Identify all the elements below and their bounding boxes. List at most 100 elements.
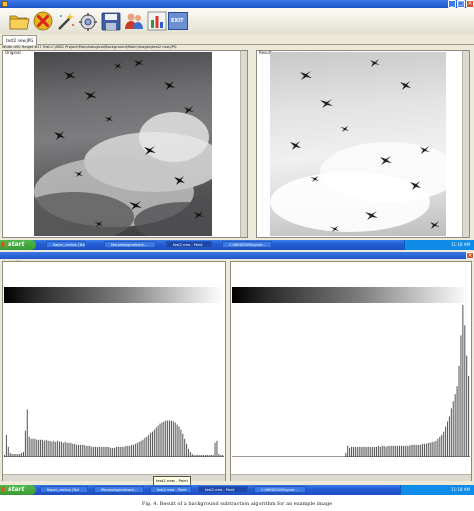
settings-icon[interactable] (77, 10, 99, 32)
chart-icon[interactable] (146, 10, 168, 32)
histogram-bar (66, 442, 68, 457)
histogram-bar (117, 446, 119, 457)
histogram-bar (395, 445, 397, 457)
histogram-bar (77, 444, 80, 457)
histogram-bar (146, 436, 148, 457)
window-title-bar[interactable] (0, 0, 474, 8)
histogram-bar (161, 422, 163, 457)
histogram-bar (450, 408, 452, 457)
histogram-bar (70, 442, 72, 457)
cancel-icon[interactable] (32, 10, 54, 32)
histogram-bar (151, 431, 153, 457)
histogram-bar (153, 429, 155, 457)
histogram-bar (43, 440, 45, 457)
histogram-bar (150, 432, 152, 457)
histogram-bar (387, 445, 389, 457)
histogram-bar (76, 444, 78, 457)
histogram-bar (159, 423, 161, 457)
histogram-bar (422, 443, 424, 457)
tab-strip (0, 34, 474, 45)
taskbar-item[interactable]: test2 new - Paint (166, 241, 212, 248)
histogram-bar (115, 446, 117, 457)
histogram-bar (412, 444, 414, 457)
start-button-top[interactable]: start (0, 240, 36, 250)
app-icon (2, 1, 8, 7)
save-disk-icon[interactable] (100, 10, 122, 32)
taskbar-item[interactable]: C:\WINDOWS\syste... (254, 486, 306, 493)
histogram-bar (418, 444, 420, 457)
maximize-button[interactable]: □ (457, 0, 465, 8)
histogram-bar (391, 445, 393, 457)
close-histogram-window-button[interactable]: × (466, 252, 474, 259)
histogram-bar (136, 442, 138, 457)
result-image (270, 52, 446, 236)
histogram-bar (356, 446, 358, 457)
histogram-bar (429, 442, 431, 457)
histogram-bar (134, 443, 136, 457)
magic-wand-icon[interactable] (55, 10, 77, 32)
histogram-bar (114, 447, 116, 457)
folder-open-icon[interactable] (8, 10, 30, 32)
taskbar-item[interactable]: Kaper_cerbus (Tsd (40, 486, 88, 493)
start-button-bottom[interactable]: start (0, 485, 36, 495)
histogram-bar (437, 438, 439, 457)
histogram-bar (456, 386, 458, 457)
minimize-button[interactable]: _ (448, 0, 456, 8)
histogram-bar (389, 445, 391, 457)
result-vertical-scrollbar[interactable] (462, 51, 469, 237)
histogram-bar (427, 442, 429, 457)
right-histogram (232, 305, 470, 457)
histogram-bar (186, 443, 188, 457)
histogram-bar (51, 441, 53, 457)
taskbar-item[interactable]: Morphologicalback... (104, 241, 156, 248)
tab-file[interactable]: test2 new.JPG (2, 35, 38, 45)
histogram-bar (448, 416, 450, 457)
histogram-bar (347, 445, 349, 457)
histogram-bar (184, 438, 186, 457)
histogram-bar (468, 375, 470, 457)
histogram-bar (59, 441, 61, 457)
original-vertical-scrollbar[interactable] (240, 51, 247, 237)
histogram-bar (102, 446, 104, 457)
users-icon[interactable] (123, 10, 145, 32)
histogram-bar (176, 424, 178, 457)
histogram-bar (125, 445, 127, 457)
histogram-bar (121, 446, 123, 457)
histogram-bar (404, 445, 406, 457)
histogram-bar (358, 446, 360, 457)
histogram-bar (354, 446, 356, 457)
histogram-bar (138, 441, 140, 457)
histogram-bar (466, 355, 468, 457)
exit-icon[interactable]: EXIT (168, 12, 188, 30)
histogram-bar (57, 440, 59, 457)
histogram-window-title-bar[interactable] (0, 252, 474, 259)
histogram-bar (169, 420, 171, 457)
close-window-button[interactable]: × (466, 0, 474, 8)
histogram-bar (216, 440, 218, 457)
taskbar-item[interactable]: C:\WINDOWS\syste... (222, 241, 272, 248)
histogram-bar (140, 440, 142, 457)
figure-caption: Fig. 4. Result of a background subtracti… (141, 501, 333, 507)
left-horizontal-scrollbar[interactable] (3, 474, 225, 481)
taskbar-item[interactable]: test2 new - Paint (198, 486, 248, 493)
histogram-bar (460, 335, 462, 457)
histogram-bar (129, 445, 131, 457)
histogram-bar (157, 425, 159, 457)
histogram-bar (364, 446, 366, 457)
histogram-bar (352, 446, 354, 457)
histogram-bar (372, 446, 374, 457)
left-intensity-gradient (4, 287, 224, 303)
histogram-bar (377, 445, 379, 457)
system-tray-clock: 11:18 AM (404, 240, 474, 250)
histogram-bar (443, 431, 445, 457)
histogram-bar (34, 438, 36, 457)
taskbar-item[interactable]: Morphologicalback... (94, 486, 144, 493)
histogram-bar (53, 440, 55, 457)
taskbar-item[interactable]: Kaper_cerbus (Tsd (46, 241, 86, 248)
histogram-bar (24, 430, 26, 457)
histogram-bar (100, 446, 102, 457)
histogram-bar (68, 442, 70, 457)
histogram-bar (408, 445, 410, 457)
right-horizontal-scrollbar[interactable] (231, 474, 471, 481)
taskbar-item[interactable]: test2 new - Paint (150, 486, 192, 493)
